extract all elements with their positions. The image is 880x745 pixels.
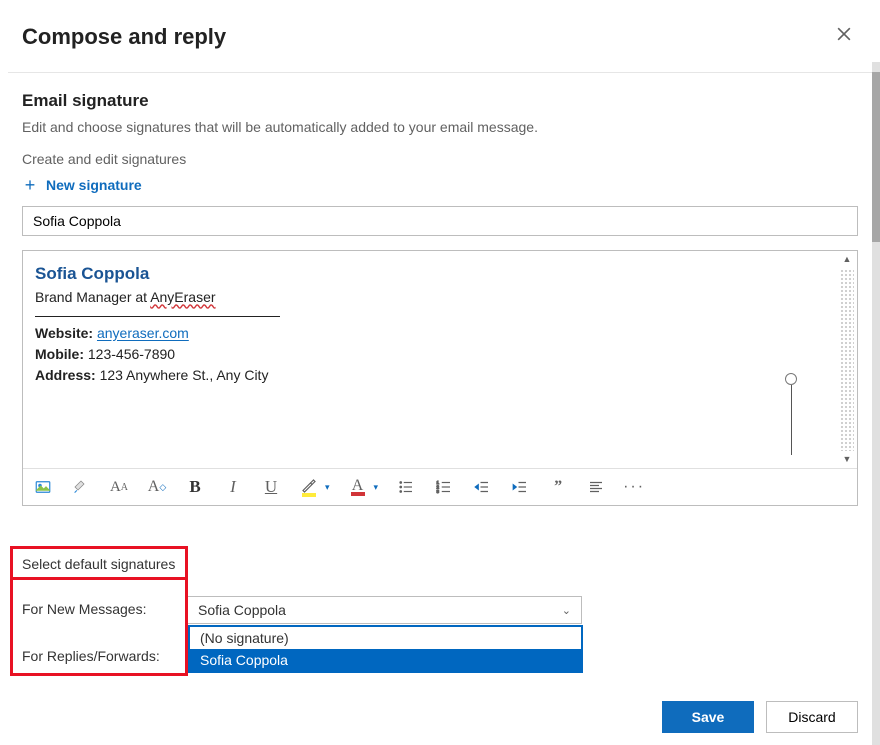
underline-icon[interactable]: U [261, 477, 281, 497]
sig-website-link[interactable]: anyeraser.com [97, 325, 189, 341]
scrollbar-thumb[interactable] [872, 72, 880, 242]
editor-scrollbar[interactable]: ▲ ▼ [839, 253, 855, 466]
sig-mobile: Mobile: 123-456-7890 [35, 344, 845, 365]
insert-image-icon[interactable] [33, 477, 53, 497]
zoom-stem [791, 385, 792, 455]
defaults-heading-area: Select default signatures [22, 556, 175, 574]
more-icon[interactable]: ··· [624, 477, 644, 497]
new-signature-button[interactable]: + New signature [22, 177, 142, 193]
select-default-label: Select default signatures [22, 556, 175, 572]
dropdown-option-sofia[interactable]: Sofia Coppola [190, 649, 581, 671]
chevron-down-icon[interactable]: ▾ [325, 482, 330, 493]
close-icon[interactable] [830, 20, 858, 54]
numbered-list-icon[interactable]: 123 [434, 477, 454, 497]
editor-toolbar: AA A◇ B I U ▾ A ▾ 123 [23, 468, 857, 505]
save-button[interactable]: Save [662, 701, 754, 733]
editor-content[interactable]: Sofia Coppola Brand Manager at AnyEraser… [23, 251, 857, 468]
sig-rule [35, 316, 280, 317]
zoom-knob-icon [785, 373, 797, 385]
footer: Save Discard [662, 701, 858, 733]
svg-text:3: 3 [437, 489, 440, 494]
replies-forwards-label: For Replies/Forwards: [22, 648, 160, 664]
signature-name-input[interactable] [22, 206, 858, 236]
new-messages-label: For New Messages: [22, 601, 146, 617]
quote-icon[interactable]: ” [548, 477, 568, 497]
section-title: Email signature [22, 91, 858, 111]
font-family-icon[interactable]: AA [109, 477, 129, 497]
dropdown-option-none[interactable]: (No signature) [190, 627, 581, 649]
sig-name: Sofia Coppola [35, 261, 845, 287]
pane-scrollbar[interactable] [872, 62, 880, 745]
outdent-icon[interactable] [472, 477, 492, 497]
new-messages-dropdown[interactable]: Sofia Coppola ⌄ (No signature) Sofia Cop… [187, 596, 582, 624]
highlight-icon[interactable] [299, 477, 319, 497]
sig-title: Brand Manager at AnyEraser [35, 287, 845, 308]
defaults-rows: For New Messages: Sofia Coppola ⌄ (No si… [22, 596, 842, 669]
section-subtitle: Edit and choose signatures that will be … [22, 119, 858, 135]
bold-icon[interactable]: B [185, 477, 205, 497]
page-title: Compose and reply [22, 24, 226, 50]
chevron-down-icon: ⌄ [562, 604, 571, 617]
dropdown-menu: (No signature) Sofia Coppola [188, 625, 583, 673]
discard-button[interactable]: Discard [766, 701, 858, 733]
chevron-down-icon[interactable]: ▾ [374, 482, 379, 493]
zoom-slider[interactable] [785, 373, 797, 453]
scroll-track[interactable] [840, 269, 854, 451]
italic-icon[interactable]: I [223, 477, 243, 497]
plus-icon: + [22, 177, 38, 193]
scroll-down-icon[interactable]: ▼ [843, 453, 852, 467]
header: Compose and reply [0, 0, 880, 72]
sig-website: Website: anyeraser.com [35, 323, 845, 344]
format-painter-icon[interactable] [71, 477, 91, 497]
settings-pane: Compose and reply Email signature Edit a… [0, 0, 880, 745]
row-new-messages: For New Messages: Sofia Coppola ⌄ (No si… [22, 596, 842, 624]
indent-icon[interactable] [510, 477, 530, 497]
new-signature-label: New signature [46, 177, 142, 193]
create-edit-label: Create and edit signatures [22, 151, 858, 167]
font-size-icon[interactable]: A◇ [147, 477, 167, 497]
dropdown-value: Sofia Coppola [198, 602, 286, 618]
align-icon[interactable] [586, 477, 606, 497]
signature-editor[interactable]: Sofia Coppola Brand Manager at AnyEraser… [22, 250, 858, 506]
scroll-up-icon[interactable]: ▲ [843, 253, 852, 267]
bulleted-list-icon[interactable] [396, 477, 416, 497]
font-color-icon[interactable]: A [348, 477, 368, 497]
sig-address: Address: 123 Anywhere St., Any City [35, 365, 845, 386]
